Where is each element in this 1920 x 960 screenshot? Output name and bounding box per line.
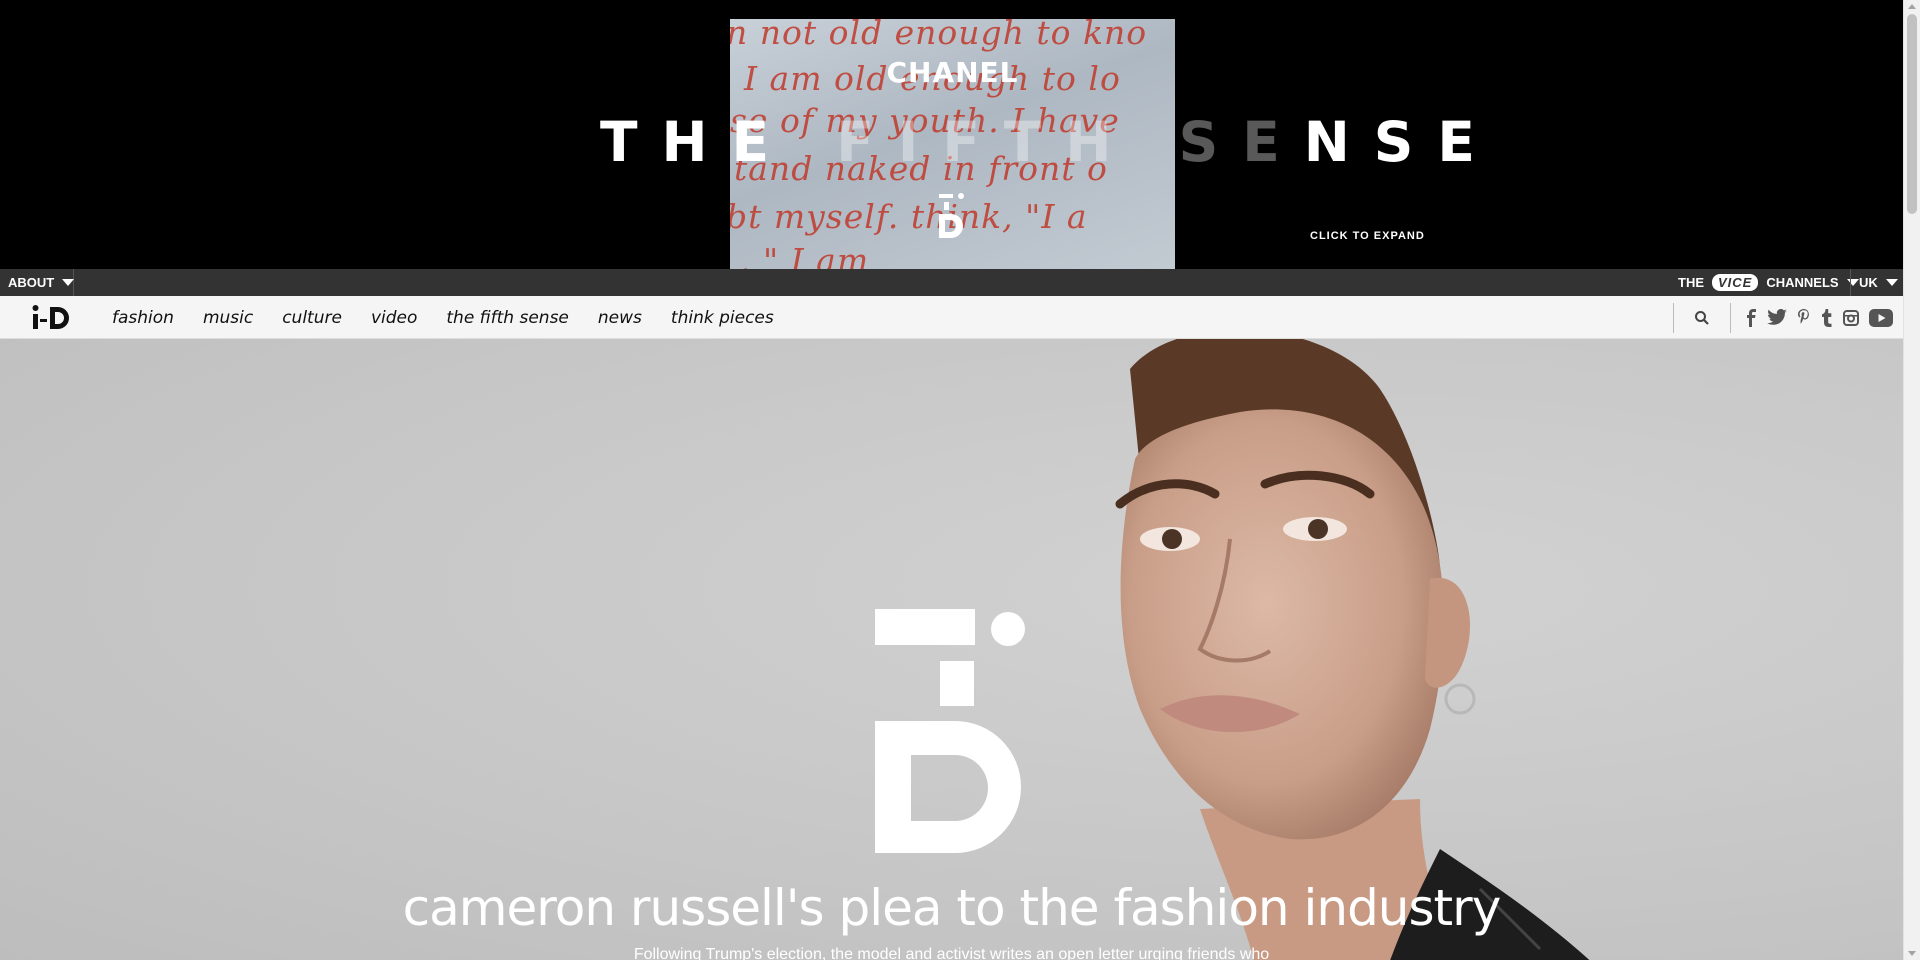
channels-label: CHANNELS	[1766, 275, 1839, 290]
search-icon	[1695, 310, 1709, 325]
ad-headline-end: NSE	[1303, 110, 1499, 174]
nav-link-news[interactable]: news	[598, 308, 642, 328]
nav-link-the-fifth-sense[interactable]: the fifth sense	[446, 308, 569, 328]
region-label: UK	[1859, 275, 1878, 290]
vice-logo: VICE	[1712, 274, 1759, 291]
facebook-icon[interactable]	[1745, 308, 1757, 327]
id-logo-icon	[875, 609, 1025, 853]
vice-channels-menu[interactable]: THE VICE CHANNELS	[1670, 269, 1859, 296]
top-utility-bar: ABOUT THE VICE CHANNELS UK	[0, 269, 1903, 296]
tumblr-icon[interactable]	[1821, 308, 1833, 327]
scroll-up-arrow-icon[interactable]	[1908, 4, 1916, 9]
ad-handwriting-line: . " I am	[740, 241, 870, 269]
twitter-icon[interactable]	[1767, 309, 1787, 326]
search-button[interactable]	[1673, 302, 1731, 333]
scrollbar-thumb[interactable]	[1907, 14, 1917, 214]
ad-headline: THE FIFTH SENSE	[600, 110, 1475, 174]
channels-prefix: THE	[1678, 275, 1704, 290]
chevron-down-icon	[1885, 279, 1898, 286]
region-menu[interactable]: UK	[1850, 269, 1903, 296]
about-menu[interactable]: ABOUT	[0, 269, 75, 296]
ad-handwriting-line: n not old enough to kno	[730, 19, 1148, 52]
click-to-expand-link[interactable]: CLICK TO EXPAND	[1310, 230, 1425, 242]
id-logo-icon	[939, 193, 964, 238]
main-nav: fashion music culture video the fifth se…	[0, 296, 1903, 339]
social-links	[1731, 308, 1903, 327]
ad-brand-name: CHANEL	[886, 56, 1019, 89]
nav-right	[1673, 296, 1903, 339]
nav-link-culture[interactable]: culture	[282, 308, 342, 328]
hero-feature[interactable]: cameron russell's plea to the fashion in…	[0, 339, 1903, 960]
hero-portrait-image	[1115, 339, 1590, 960]
ad-headline-start: THE	[600, 110, 837, 174]
site-logo[interactable]	[30, 303, 74, 332]
page-scrollbar[interactable]	[1903, 0, 1920, 960]
ad-banner[interactable]: n not old enough to kno I am old enough …	[0, 0, 1903, 269]
instagram-icon[interactable]	[1843, 309, 1859, 326]
pinterest-icon[interactable]	[1797, 308, 1811, 327]
about-label: ABOUT	[8, 275, 55, 290]
chevron-down-icon	[62, 279, 75, 286]
ad-headline-ghost: FIFTH SE	[836, 110, 1304, 174]
nav-links: fashion music culture video the fifth se…	[112, 296, 774, 339]
youtube-icon[interactable]	[1869, 308, 1893, 327]
nav-link-think-pieces[interactable]: think pieces	[671, 308, 774, 328]
scroll-down-arrow-icon[interactable]	[1908, 951, 1916, 956]
nav-link-video[interactable]: video	[371, 308, 417, 328]
nav-link-fashion[interactable]: fashion	[112, 308, 174, 328]
hero-subtitle: Following Trump's election, the model an…	[633, 946, 1270, 960]
nav-link-music[interactable]: music	[203, 308, 253, 328]
hero-title[interactable]: cameron russell's plea to the fashion in…	[0, 879, 1903, 937]
